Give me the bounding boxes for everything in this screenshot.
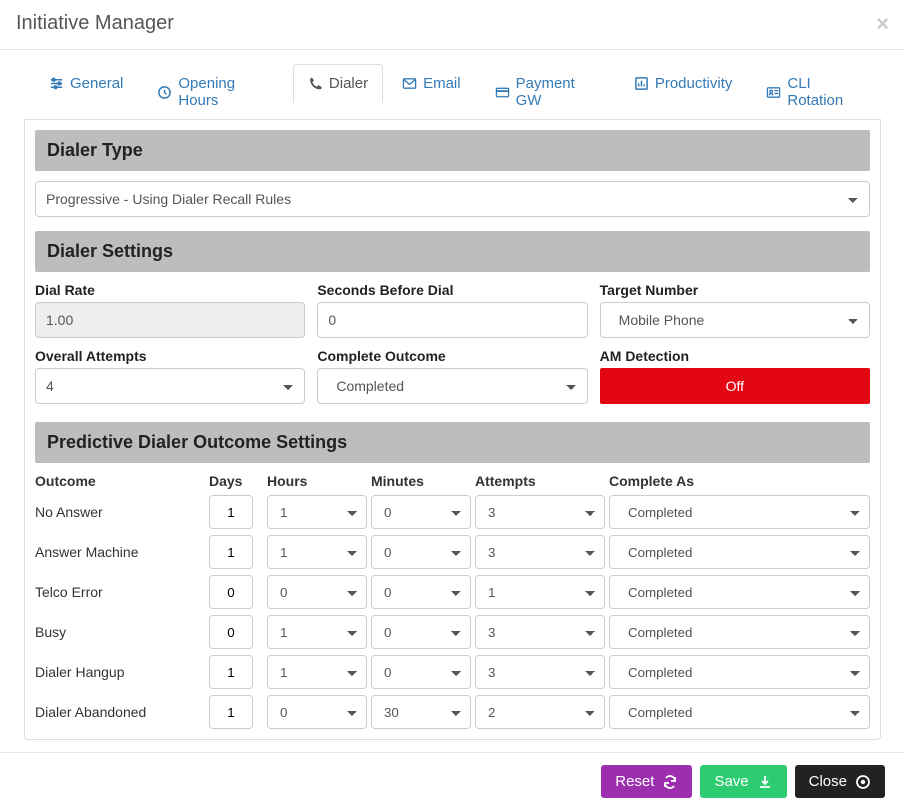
outcome-row: Dialer Abandoned 0 30 2 Completed <box>35 695 870 729</box>
outcome-name: No Answer <box>35 504 205 520</box>
power-icon <box>855 774 871 790</box>
outcome-attempts-select[interactable]: 3 <box>475 655 605 689</box>
outcome-complete-as-select[interactable]: Completed <box>609 695 870 729</box>
tab-payment-label: Payment GW <box>516 75 600 109</box>
am-detection-toggle[interactable]: Off <box>600 368 870 404</box>
outcome-name: Dialer Abandoned <box>35 704 205 720</box>
seconds-before-dial-input[interactable] <box>317 302 587 338</box>
seconds-before-dial-label: Seconds Before Dial <box>317 282 587 298</box>
section-dialer-settings-header: Dialer Settings <box>35 231 870 272</box>
save-button-label: Save <box>714 773 748 790</box>
complete-outcome-label: Complete Outcome <box>317 348 587 364</box>
tab-email-label: Email <box>423 75 461 92</box>
tab-email[interactable]: Email <box>387 64 476 120</box>
outcome-complete-as-select[interactable]: Completed <box>609 655 870 689</box>
close-icon[interactable]: × <box>876 13 889 35</box>
outcome-hours-select[interactable]: 1 <box>267 655 367 689</box>
tab-cli-rotation-label: CLI Rotation <box>787 75 866 109</box>
col-complete-as: Complete As <box>609 473 870 489</box>
col-days: Days <box>209 473 263 489</box>
reset-button[interactable]: Reset <box>601 765 692 798</box>
outcome-name: Dialer Hangup <box>35 664 205 680</box>
outcome-row: Telco Error 0 0 1 Completed <box>35 575 870 609</box>
outcome-minutes-select[interactable]: 0 <box>371 655 471 689</box>
envelope-icon <box>402 76 417 91</box>
refresh-icon <box>662 774 678 790</box>
chart-icon <box>634 76 649 91</box>
outcome-complete-as-select[interactable]: Completed <box>609 575 870 609</box>
outcome-days-input[interactable] <box>209 615 253 649</box>
outcome-attempts-select[interactable]: 3 <box>475 495 605 529</box>
outcome-minutes-select[interactable]: 0 <box>371 535 471 569</box>
tab-general-label: General <box>70 75 123 92</box>
outcome-row: Dialer Hangup 1 0 3 Completed <box>35 655 870 689</box>
col-hours: Hours <box>267 473 367 489</box>
outcome-complete-as-select[interactable]: Completed <box>609 535 870 569</box>
section-predictive-header: Predictive Dialer Outcome Settings <box>35 422 870 463</box>
outcome-attempts-select[interactable]: 2 <box>475 695 605 729</box>
outcome-minutes-select[interactable]: 30 <box>371 695 471 729</box>
outcome-minutes-select[interactable]: 0 <box>371 575 471 609</box>
overall-attempts-select[interactable]: 4 <box>35 368 305 404</box>
reset-button-label: Reset <box>615 773 654 790</box>
outcome-hours-select[interactable]: 1 <box>267 495 367 529</box>
save-button[interactable]: Save <box>700 765 786 798</box>
am-detection-label: AM Detection <box>600 348 870 364</box>
outcome-complete-as-select[interactable]: Completed <box>609 615 870 649</box>
outcome-attempts-select[interactable]: 3 <box>475 535 605 569</box>
outcome-days-input[interactable] <box>209 495 253 529</box>
outcome-complete-as-select[interactable]: Completed <box>609 495 870 529</box>
outcome-hours-select[interactable]: 0 <box>267 575 367 609</box>
page-title: Initiative Manager <box>16 12 174 35</box>
outcome-days-input[interactable] <box>209 655 253 689</box>
outcome-days-input[interactable] <box>209 535 253 569</box>
outcome-name: Busy <box>35 624 205 640</box>
col-minutes: Minutes <box>371 473 471 489</box>
complete-outcome-select[interactable]: Completed <box>317 368 587 404</box>
tab-productivity[interactable]: Productivity <box>619 64 748 120</box>
outcome-name: Telco Error <box>35 584 205 600</box>
close-button-label: Close <box>809 773 847 790</box>
outcome-hours-select[interactable]: 0 <box>267 695 367 729</box>
tab-payment[interactable]: Payment GW <box>480 64 615 120</box>
overall-attempts-label: Overall Attempts <box>35 348 305 364</box>
tab-dialer[interactable]: Dialer <box>293 64 383 120</box>
clock-icon <box>157 85 172 100</box>
dialer-type-select[interactable]: Progressive - Using Dialer Recall Rules <box>35 181 870 217</box>
outcome-hours-select[interactable]: 1 <box>267 615 367 649</box>
dial-rate-input[interactable] <box>35 302 305 338</box>
tabs: General Opening Hours Dialer Email <box>24 64 881 120</box>
tab-opening-hours[interactable]: Opening Hours <box>142 64 289 120</box>
col-attempts: Attempts <box>475 473 605 489</box>
outcome-minutes-select[interactable]: 0 <box>371 615 471 649</box>
outcome-row: Busy 1 0 3 Completed <box>35 615 870 649</box>
outcome-days-input[interactable] <box>209 575 253 609</box>
col-outcome: Outcome <box>35 473 205 489</box>
id-card-icon <box>766 85 781 100</box>
outcome-attempts-select[interactable]: 3 <box>475 615 605 649</box>
outcome-name: Answer Machine <box>35 544 205 560</box>
target-number-label: Target Number <box>600 282 870 298</box>
close-button[interactable]: Close <box>795 765 885 798</box>
phone-icon <box>308 76 323 91</box>
outcome-row: Answer Machine 1 0 3 Completed <box>35 535 870 569</box>
outcome-hours-select[interactable]: 1 <box>267 535 367 569</box>
tab-opening-hours-label: Opening Hours <box>178 75 274 109</box>
outcome-row: No Answer 1 0 3 Completed <box>35 495 870 529</box>
section-dialer-type-header: Dialer Type <box>35 130 870 171</box>
target-number-select[interactable]: Mobile Phone <box>600 302 870 338</box>
outcome-minutes-select[interactable]: 0 <box>371 495 471 529</box>
download-icon <box>757 774 773 790</box>
tab-productivity-label: Productivity <box>655 75 733 92</box>
sliders-icon <box>49 76 64 91</box>
tab-dialer-label: Dialer <box>329 75 368 92</box>
dial-rate-label: Dial Rate <box>35 282 305 298</box>
credit-card-icon <box>495 85 510 100</box>
outcome-days-input[interactable] <box>209 695 253 729</box>
tab-cli-rotation[interactable]: CLI Rotation <box>751 64 881 120</box>
outcome-attempts-select[interactable]: 1 <box>475 575 605 609</box>
tab-general[interactable]: General <box>34 64 138 120</box>
